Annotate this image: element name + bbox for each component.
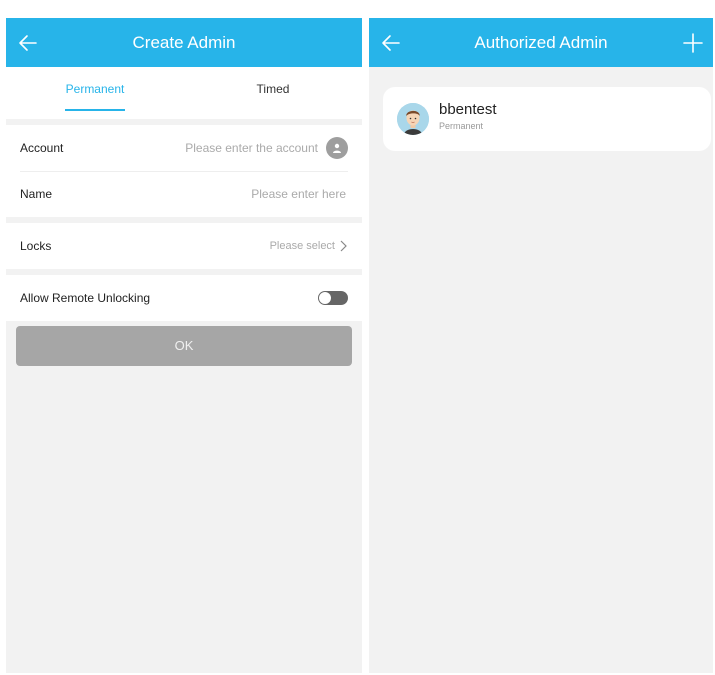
account-label: Account <box>20 141 64 155</box>
name-input[interactable] <box>52 186 348 202</box>
admin-type: Permanent <box>439 121 484 131</box>
account-input[interactable] <box>63 140 320 156</box>
remote-row: Allow Remote Unlocking <box>6 275 362 321</box>
tab-permanent[interactable]: Permanent <box>6 67 184 119</box>
remote-group: Allow Remote Unlocking <box>6 275 362 321</box>
remote-unlock-label: Allow Remote Unlocking <box>20 291 151 305</box>
authorized-admin-screen: Authorized Admin bbentest Permanent <box>369 18 713 673</box>
avatar-icon <box>397 103 429 135</box>
name-row: Name <box>6 171 362 217</box>
admin-info: bbentest Permanent <box>439 101 497 131</box>
chevron-right-icon <box>340 240 347 252</box>
create-admin-screen: Create Admin Permanent Timed Account Nam… <box>6 18 362 673</box>
name-label: Name <box>20 187 53 201</box>
account-name-group: Account Name <box>6 125 362 217</box>
locks-row[interactable]: Locks Please select <box>6 223 362 269</box>
toggle-knob <box>319 292 331 304</box>
locks-select-text: Please select <box>269 240 335 252</box>
tab-label: Permanent <box>65 82 125 96</box>
locks-select[interactable]: Please select <box>270 240 348 252</box>
page-title: Create Admin <box>132 33 236 52</box>
tab-label: Timed <box>256 82 290 96</box>
page-title: Authorized Admin <box>474 33 608 52</box>
account-row: Account <box>6 125 362 171</box>
remote-unlock-toggle[interactable] <box>318 291 348 305</box>
admin-name: bbentest <box>439 101 497 118</box>
locks-group: Locks Please select <box>6 223 362 269</box>
plus-icon[interactable] <box>679 29 707 57</box>
header-bar: Create Admin <box>6 18 362 67</box>
locks-label: Locks <box>20 239 52 253</box>
header-bar: Authorized Admin <box>369 18 713 67</box>
tab-bar: Permanent Timed <box>6 67 362 119</box>
tab-timed[interactable]: Timed <box>184 67 362 119</box>
admin-list-item[interactable]: bbentest Permanent <box>383 87 711 151</box>
ok-button[interactable]: OK <box>16 326 352 366</box>
tab-active-indicator <box>65 109 125 111</box>
contact-icon[interactable] <box>326 137 348 159</box>
